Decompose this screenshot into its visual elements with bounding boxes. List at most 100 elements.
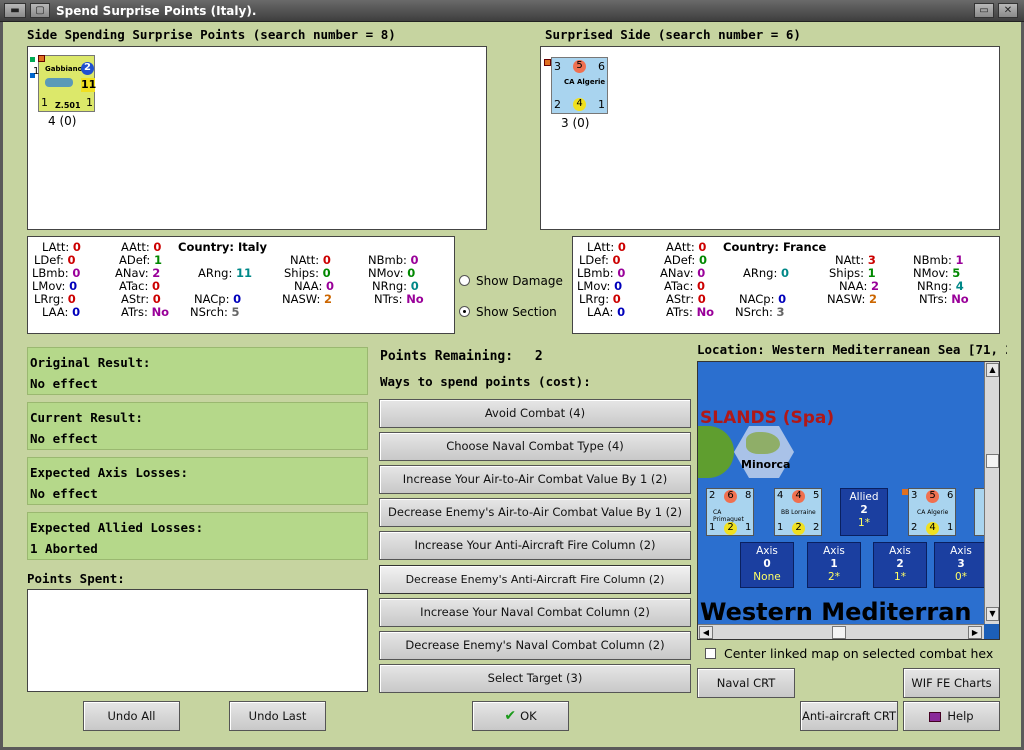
show-damage-radio[interactable]: Show Damage <box>459 274 569 290</box>
map-counter-ca-algerie[interactable]: 3 5 6 CA Algerie 2 4 1 <box>902 488 956 536</box>
unit-stat: 1 <box>709 522 716 533</box>
scroll-right-icon[interactable]: ▶ <box>968 626 982 639</box>
axis-value: 2 <box>896 558 904 570</box>
scroll-up-icon[interactable]: ▲ <box>986 363 999 377</box>
points-spent-list[interactable] <box>27 589 368 692</box>
help-label: Help <box>947 709 974 723</box>
current-result-value: No effect <box>30 431 98 446</box>
naval-crt-button[interactable]: Naval CRT <box>697 668 795 698</box>
increase-aa-column-button[interactable]: Increase Your Anti-Aircraft Fire Column … <box>379 531 691 560</box>
axis-losses-label: Expected Axis Losses: <box>30 465 189 480</box>
axis-sub: None <box>753 571 781 583</box>
show-section-radio[interactable]: Show Section <box>459 305 569 321</box>
ok-label: OK <box>520 709 537 723</box>
points-remaining-value: 2 <box>534 349 543 364</box>
radio-circle[interactable] <box>459 306 470 317</box>
points-spent-label: Points Spent: <box>27 571 125 586</box>
unit-stat: 1 <box>745 522 752 533</box>
linked-map[interactable]: SLANDS (Spa) Minorca 2 6 8 CA Primaguet … <box>697 361 1000 640</box>
country-label: Country: Italy <box>178 240 267 254</box>
decrease-enemy-naval-column-button[interactable]: Decrease Enemy's Naval Combat Column (2) <box>379 631 691 660</box>
allied-value: 2 <box>860 504 868 516</box>
undo-all-button[interactable]: Undo All <box>83 701 180 731</box>
system-menu-button[interactable]: ▬ <box>4 3 26 18</box>
unit-stat: 11 <box>81 78 97 92</box>
axis-box-3[interactable]: Axis 3 0* <box>934 542 984 588</box>
allied-losses-label: Expected Allied Losses: <box>30 520 204 535</box>
original-result-label: Original Result: <box>30 355 151 370</box>
choose-naval-combat-type-button[interactable]: Choose Naval Combat Type (4) <box>379 432 691 461</box>
checkbox-box[interactable] <box>705 648 716 659</box>
unit-stat: 3 <box>554 60 561 73</box>
anti-aircraft-crt-button[interactable]: Anti-aircraft CRT <box>800 701 898 731</box>
allied-summary-box[interactable]: Allied 2 1* <box>840 488 888 536</box>
window-titlebar: ▬ ▢ Spend Surprise Points (Italy). ▭ ✕ <box>0 0 1024 22</box>
center-map-checkbox[interactable]: Center linked map on selected combat hex <box>705 646 1005 662</box>
unit-counter-ca-algerie[interactable]: 3 5 6 CA Algerie 2 4 1 <box>544 57 608 114</box>
minimize-icon[interactable]: ▢ <box>30 3 50 18</box>
unit-stat: 2 <box>724 522 737 535</box>
country-label: Country: France <box>723 240 827 254</box>
unit-stat: 6 <box>947 490 954 501</box>
unit-stat: 1 <box>86 96 93 109</box>
allied-losses-value: 1 Aborted <box>30 541 98 556</box>
decrease-enemy-aa-column-button[interactable]: Decrease Enemy's Anti-Aircraft Fire Colu… <box>379 565 691 594</box>
axis-title: Axis <box>756 545 778 557</box>
unit-stat: 1 <box>33 66 40 77</box>
avoid-combat-button[interactable]: Avoid Combat (4) <box>379 399 691 428</box>
unit-stat: 5 <box>813 490 820 501</box>
unit-stat: 5 <box>573 60 586 73</box>
checkmark-icon: ✔ <box>504 708 517 724</box>
map-vertical-scrollbar[interactable]: ▲ ▼ <box>984 362 999 624</box>
unit-stat: 4 <box>926 522 939 535</box>
axis-losses-panel: Expected Axis Losses: No effect <box>27 457 368 505</box>
allied-sub: 1* <box>858 517 870 529</box>
radio-circle[interactable] <box>459 275 470 286</box>
map-counter-ca-primaguet[interactable]: 2 6 8 CA Primaguet 1 2 1 <box>706 488 754 536</box>
map-counter-partial <box>974 488 984 536</box>
scroll-down-icon[interactable]: ▼ <box>986 607 999 621</box>
map-viewport[interactable]: SLANDS (Spa) Minorca 2 6 8 CA Primaguet … <box>698 362 984 624</box>
restore-button[interactable]: ▭ <box>974 3 994 18</box>
increase-air-to-air-button[interactable]: Increase Your Air-to-Air Combat Value By… <box>379 465 691 494</box>
decrease-enemy-air-to-air-button[interactable]: Decrease Enemy's Air-to-Air Combat Value… <box>379 498 691 527</box>
show-section-label: Show Section <box>476 305 557 319</box>
surprised-side-header: Surprised Side (search number = 6) <box>545 27 801 42</box>
current-result-label: Current Result: <box>30 410 143 425</box>
allied-title: Allied <box>849 491 879 503</box>
select-target-button[interactable]: Select Target (3) <box>379 664 691 693</box>
unit-name: CA Primaguet <box>713 509 744 523</box>
unit-stat: 6 <box>598 60 605 73</box>
scroll-left-icon[interactable]: ◀ <box>699 626 713 639</box>
help-button[interactable]: Help <box>903 701 1000 731</box>
unit-stat: 1 <box>947 522 954 533</box>
axis-box-2[interactable]: Axis 2 1* <box>873 542 927 588</box>
unit-stat: 1 <box>598 98 605 111</box>
close-button[interactable]: ✕ <box>998 3 1018 18</box>
map-horizontal-scrollbar[interactable]: ◀ ▶ <box>698 624 984 639</box>
surprised-side-units-panel[interactable]: 3 5 6 CA Algerie 2 4 1 3 (0) <box>540 46 1000 230</box>
allied-losses-panel: Expected Allied Losses: 1 Aborted <box>27 512 368 560</box>
window-title: Spend Surprise Points (Italy). <box>56 4 257 18</box>
increase-naval-column-button[interactable]: Increase Your Naval Combat Column (2) <box>379 598 691 627</box>
unit-stat: 4 <box>792 490 805 503</box>
map-counter-bb-lorraine[interactable]: 4 4 5 BB Lorraine 1 2 2 <box>774 488 822 536</box>
show-damage-label: Show Damage <box>476 274 563 288</box>
ok-button[interactable]: ✔ OK <box>472 701 569 731</box>
unit-counter-gabbiano[interactable]: 1 Gabbiano 2 11 1 Z.501 1 <box>33 55 97 112</box>
scroll-thumb[interactable] <box>986 454 999 468</box>
undo-last-button[interactable]: Undo Last <box>229 701 326 731</box>
unit-stat: 2 <box>911 522 918 533</box>
scroll-thumb-horizontal[interactable] <box>832 626 846 639</box>
spending-side-units-panel[interactable]: 1 Gabbiano 2 11 1 Z.501 1 4 (0) <box>27 46 487 230</box>
spending-side-header: Side Spending Surprise Points (search nu… <box>27 27 396 42</box>
minorca-island <box>746 432 780 454</box>
original-result-panel: Original Result: No effect <box>27 347 368 395</box>
axis-box-1[interactable]: Axis 1 2* <box>807 542 861 588</box>
axis-box-0[interactable]: Axis 0 None <box>740 542 794 588</box>
wif-fe-charts-button[interactable]: WIF FE Charts <box>903 668 1000 698</box>
unit-stat: 4 <box>573 98 586 111</box>
axis-sub: 0* <box>955 571 967 583</box>
map-island-label: Minorca <box>741 458 791 471</box>
damage-marker <box>544 59 551 66</box>
